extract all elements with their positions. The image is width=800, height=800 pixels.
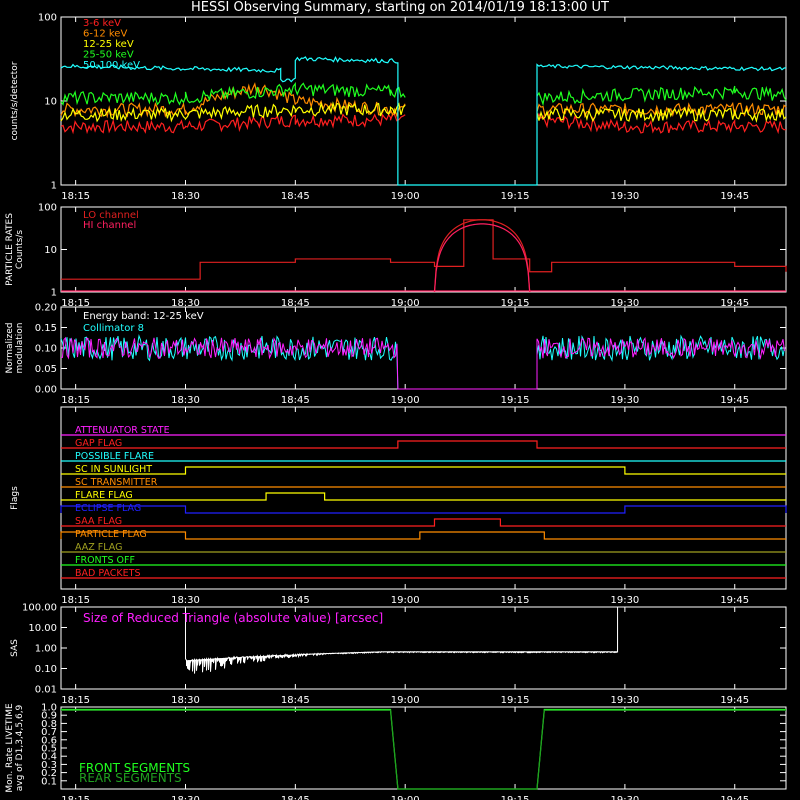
x-tick-label: 19:45 xyxy=(720,795,749,800)
series-line-25-50-kev xyxy=(60,81,787,107)
series-line-3-6-kev xyxy=(60,112,786,135)
y-tick-label: 0.10 xyxy=(35,344,57,355)
x-tick-label: 18:45 xyxy=(281,191,310,202)
legend-entry: 50-100 keV xyxy=(83,60,140,71)
flag-label: FLARE FLAG xyxy=(75,490,133,501)
x-tick-label: 19:00 xyxy=(391,595,420,606)
x-tick-label: 19:00 xyxy=(391,395,420,406)
x-tick-label: 18:30 xyxy=(171,795,200,800)
legend-entry: 3-6 keV xyxy=(83,18,121,29)
flag-line-particle-flag xyxy=(60,531,786,540)
x-tick-label: 19:00 xyxy=(391,795,420,800)
x-tick-label: 19:00 xyxy=(391,695,420,706)
flag-label: POSSIBLE FLARE xyxy=(75,451,154,462)
annotation-collimator: Collimator 8 xyxy=(83,323,144,334)
flag-label: SAA FLAG xyxy=(75,516,122,527)
x-tick-label: 18:45 xyxy=(281,695,310,706)
annotation-energy-band: Energy band: 12-25 keV xyxy=(83,311,204,322)
x-tick-label: 18:15 xyxy=(61,795,90,800)
y-axis-label: SAS xyxy=(10,639,20,657)
y-tick-label: 0.15 xyxy=(35,323,57,334)
series-dome-lo-channel xyxy=(433,219,531,293)
flag-line-eclipse-flag xyxy=(60,505,787,514)
y-tick-label: 10.00 xyxy=(28,623,57,634)
x-tick-label: 18:15 xyxy=(61,695,90,706)
legend-entry: 25-50 keV xyxy=(83,50,134,61)
x-tick-label: 18:45 xyxy=(281,595,310,606)
flag-line-gap-flag xyxy=(61,440,786,449)
x-tick-label: 19:15 xyxy=(501,395,530,406)
x-tick-label: 19:45 xyxy=(720,191,749,202)
y-tick-label: 10 xyxy=(44,97,57,108)
flag-label: GAP FLAG xyxy=(75,438,122,449)
x-tick-label: 18:45 xyxy=(281,795,310,800)
y-tick-label: 0.01 xyxy=(35,685,57,696)
y-tick-label: 100 xyxy=(38,13,57,24)
y-axis-label: Mon. Rate LIVETIMEavg of D1,3,4,5,6,9 xyxy=(5,703,25,793)
flag-label: AAZ FLAG xyxy=(75,542,122,553)
y-axis-label: counts/s/detector xyxy=(10,61,20,140)
y-tick-label: 100 xyxy=(38,203,57,214)
x-tick-label: 19:15 xyxy=(501,795,530,800)
x-tick-label: 19:15 xyxy=(501,695,530,706)
x-tick-label: 19:30 xyxy=(610,395,639,406)
x-tick-label: 18:30 xyxy=(171,595,200,606)
series-line-modulation-0 xyxy=(60,333,785,390)
x-tick-label: 18:30 xyxy=(171,191,200,202)
y-axis-label: PARTICLE RATESCounts/s xyxy=(5,213,25,286)
flag-label: FRONTS OFF xyxy=(75,555,135,566)
flag-label: PARTICLE FLAG xyxy=(75,529,147,540)
x-tick-label: 18:45 xyxy=(281,395,310,406)
flag-label: ECLIPSE FLAG xyxy=(75,503,141,514)
x-tick-label: 19:30 xyxy=(610,191,639,202)
x-tick-label: 18:30 xyxy=(171,395,200,406)
x-tick-label: 19:15 xyxy=(501,191,530,202)
flag-line-flare-flag xyxy=(61,492,786,501)
y-tick-label: 0.05 xyxy=(35,364,57,375)
legend-entry: 12-25 keV xyxy=(83,39,134,50)
hessi-summary-chart: 18:15 18:30 18:45 19:00 19:15 19:30 19:4510010… xyxy=(5,13,787,800)
x-tick-label: 18:15 xyxy=(61,395,90,406)
flag-line-sc-in-sunlight xyxy=(61,466,786,475)
x-tick-label: 19:45 xyxy=(720,595,749,606)
flag-label: BAD PACKETS xyxy=(75,568,141,579)
x-tick-label: 19:15 xyxy=(501,595,530,606)
y-tick-label: 0.10 xyxy=(35,664,57,675)
x-tick-label: 18:30 xyxy=(171,695,200,706)
x-tick-label: 19:30 xyxy=(610,795,639,800)
x-tick-label: 19:30 xyxy=(610,695,639,706)
y-tick-label: 0.1 xyxy=(41,776,57,787)
x-tick-label: 18:15 xyxy=(61,595,90,606)
y-tick-label: 1.00 xyxy=(35,644,57,655)
legend-entry: REAR SEGMENTS xyxy=(79,771,182,785)
panel-frame-0 xyxy=(60,16,787,186)
series-line-50-100-kev xyxy=(60,56,787,186)
x-tick-label: 19:45 xyxy=(720,695,749,706)
x-tick-label: 18:15 xyxy=(61,191,90,202)
series-line-12-25-kev xyxy=(60,101,787,124)
x-tick-label: 19:00 xyxy=(391,191,420,202)
x-tick-label: 19:45 xyxy=(720,395,749,406)
x-tick-label: 19:30 xyxy=(610,595,639,606)
flag-label: SC IN SUNLIGHT xyxy=(75,464,152,475)
y-axis-label: Flags xyxy=(10,486,20,510)
y-axis-label: Normalizedmodulation xyxy=(5,322,25,373)
flag-label: ATTENUATOR STATE xyxy=(75,425,170,436)
panel-frame-3 xyxy=(60,406,787,590)
y-tick-label: 10 xyxy=(44,245,57,256)
legend-entry: Size of Reduced Triangle (absolute value… xyxy=(83,611,383,625)
y-tick-label: 1 xyxy=(51,288,57,299)
flag-label: SC TRANSMITTER xyxy=(75,477,158,488)
y-tick-label: 0.00 xyxy=(35,385,57,396)
legend-entry: 6-12 keV xyxy=(83,29,127,40)
legend-entry: HI channel xyxy=(83,220,136,231)
y-tick-label: 0.20 xyxy=(35,303,57,314)
series-line-lo-channel xyxy=(61,219,787,280)
flag-line-saa-flag xyxy=(61,518,786,527)
y-tick-label: 1 xyxy=(51,181,57,192)
y-tick-label: 100.00 xyxy=(22,603,57,614)
